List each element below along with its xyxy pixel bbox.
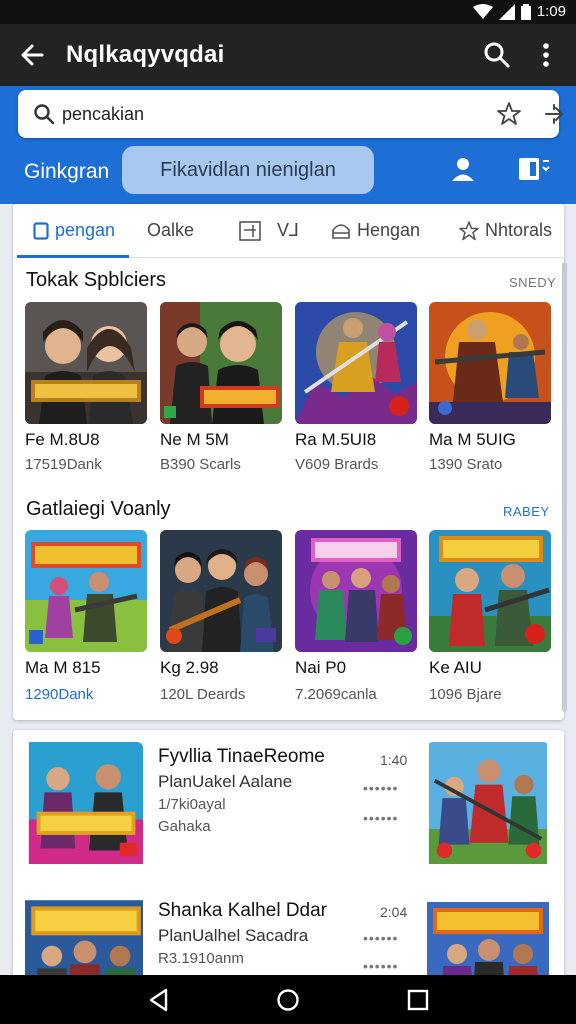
search-icon bbox=[34, 104, 55, 125]
section-title: Tokak Spblciers bbox=[26, 269, 167, 291]
game-subtitle: 120L Deards bbox=[160, 686, 246, 703]
tab-label: V⅃ bbox=[277, 220, 300, 240]
game-tile[interactable] bbox=[429, 530, 551, 652]
share-arrow-icon[interactable] bbox=[542, 102, 566, 126]
list-item-meta: R3.1910anm bbox=[158, 950, 244, 967]
battery-icon bbox=[520, 3, 531, 20]
list-item-time: 2:04 bbox=[380, 904, 408, 920]
status-icons: 1:09 bbox=[472, 3, 566, 20]
wifi-icon bbox=[472, 3, 493, 19]
tab-hengan[interactable]: Hengan bbox=[331, 220, 420, 241]
list-item-dots: •••••• bbox=[363, 810, 399, 826]
bag-icon bbox=[332, 223, 350, 239]
game-tile[interactable] bbox=[160, 530, 282, 652]
tab-label: Hengan bbox=[357, 220, 421, 240]
content-card: pengan Oalke V⅃ Hengan Nhtorals Tokak Sp… bbox=[13, 204, 564, 720]
list-item-subtitle: PlanUakel Aalane bbox=[158, 772, 293, 791]
back-arrow-icon[interactable] bbox=[18, 40, 48, 70]
tab-nhtorals[interactable]: Nhtorals bbox=[459, 220, 552, 241]
app-bar: Nqlkaqyvqdai bbox=[0, 24, 576, 86]
header-band: pencakian Ginkgran Fikavidlan nieniglan bbox=[0, 86, 576, 204]
list-item-subtitle: PlanUalhel Sacadra bbox=[158, 926, 309, 945]
star-outline-icon[interactable] bbox=[496, 101, 522, 127]
list-item-time: 1:40 bbox=[380, 752, 408, 768]
section-more-link[interactable]: RABEY bbox=[503, 504, 550, 519]
game-subtitle: 1290Dank bbox=[25, 686, 94, 703]
tab-pengan[interactable]: pengan bbox=[33, 220, 115, 241]
game-title: Ne M 5M bbox=[160, 430, 229, 449]
game-art-image bbox=[295, 530, 417, 652]
game-art-image bbox=[25, 302, 147, 424]
section-title: Gatlaiegi Voanly bbox=[26, 498, 171, 520]
list-item-title: Shanka Kalhel Ddar bbox=[158, 900, 327, 921]
game-subtitle: 1096 Bjare bbox=[429, 686, 502, 703]
status-bar: 1:09 bbox=[0, 0, 576, 24]
game-title: Ra M.5UI8 bbox=[295, 430, 377, 449]
active-tab-indicator bbox=[17, 255, 129, 258]
tab-bar: pengan Oalke V⅃ Hengan Nhtorals bbox=[13, 204, 564, 258]
game-tile[interactable] bbox=[25, 302, 147, 424]
game-title: Kg 2.98 bbox=[160, 658, 219, 677]
game-subtitle: V609 Brards bbox=[295, 456, 379, 473]
game-tile[interactable] bbox=[160, 302, 282, 424]
section-more-link[interactable]: SNEDY bbox=[509, 275, 556, 290]
game-subtitle: 17519Dank bbox=[25, 456, 102, 473]
app-title: Nqlkaqyvqdai bbox=[66, 41, 225, 68]
tab-label: Oalke bbox=[147, 220, 195, 240]
game-subtitle: 7.2069canla bbox=[295, 686, 377, 703]
tab-window[interactable]: V⅃ bbox=[239, 220, 299, 241]
game-title: Ma M 5UIG bbox=[429, 430, 516, 449]
game-art-image bbox=[295, 302, 417, 424]
star-icon bbox=[459, 220, 479, 240]
search-bar[interactable]: pencakian bbox=[18, 90, 564, 138]
list-item-thumbnail-right[interactable] bbox=[427, 742, 549, 868]
nav-back-icon[interactable] bbox=[146, 987, 172, 1013]
game-tile[interactable] bbox=[295, 302, 417, 424]
list-card: Fyvllia TinaeReome PlanUakel Aalane 1/7k… bbox=[13, 730, 564, 1000]
status-time: 1:09 bbox=[536, 3, 566, 20]
search-input[interactable]: pencakian bbox=[62, 104, 144, 125]
list-item-title: Fyvllia TinaeReome bbox=[158, 746, 325, 767]
system-nav-bar bbox=[0, 975, 576, 1024]
list-item-meta: 1/7ki0ayal bbox=[158, 796, 226, 813]
window-icon bbox=[239, 220, 261, 241]
nav-home-icon[interactable] bbox=[275, 987, 301, 1013]
more-vert-icon[interactable] bbox=[536, 40, 556, 70]
game-art-image bbox=[28, 742, 143, 864]
filter-chip[interactable]: Fikavidlan nieniglan bbox=[122, 146, 374, 194]
nav-recents-icon[interactable] bbox=[405, 987, 431, 1013]
list-item-dots: •••••• bbox=[363, 958, 399, 974]
search-icon[interactable] bbox=[482, 40, 512, 70]
game-title: Fe M.8U8 bbox=[25, 430, 100, 449]
list-item-thumbnail[interactable] bbox=[25, 742, 143, 868]
game-art-image bbox=[429, 302, 551, 424]
tab-label: Nhtorals bbox=[485, 220, 553, 240]
signal-icon bbox=[498, 3, 515, 20]
game-art-image bbox=[428, 742, 548, 864]
game-tile[interactable] bbox=[429, 302, 551, 424]
game-subtitle: 1390 Srato bbox=[429, 456, 503, 473]
game-subtitle: B390 Scarls bbox=[160, 456, 241, 473]
list-item-meta: Gahaka bbox=[158, 818, 211, 835]
document-menu-icon[interactable] bbox=[518, 156, 552, 182]
game-art-image bbox=[429, 530, 551, 652]
list-item-dots: •••••• bbox=[363, 780, 399, 796]
game-title: Nai P0 bbox=[295, 658, 347, 677]
game-art-image bbox=[160, 302, 282, 424]
band-label: Ginkgran bbox=[24, 160, 110, 183]
game-art-image bbox=[160, 530, 282, 652]
scrollbar[interactable] bbox=[562, 262, 567, 712]
tab-oalke[interactable]: Oalke bbox=[147, 220, 194, 241]
square-icon bbox=[33, 221, 49, 240]
game-title: Ma M 815 bbox=[25, 658, 101, 677]
person-icon[interactable] bbox=[450, 156, 476, 182]
game-tile[interactable] bbox=[295, 530, 417, 652]
list-item-dots: •••••• bbox=[363, 930, 399, 946]
tab-label: pengan bbox=[55, 220, 116, 240]
game-title: Ke AIU bbox=[429, 658, 482, 677]
game-art-image bbox=[25, 530, 147, 652]
game-tile[interactable] bbox=[25, 530, 147, 652]
